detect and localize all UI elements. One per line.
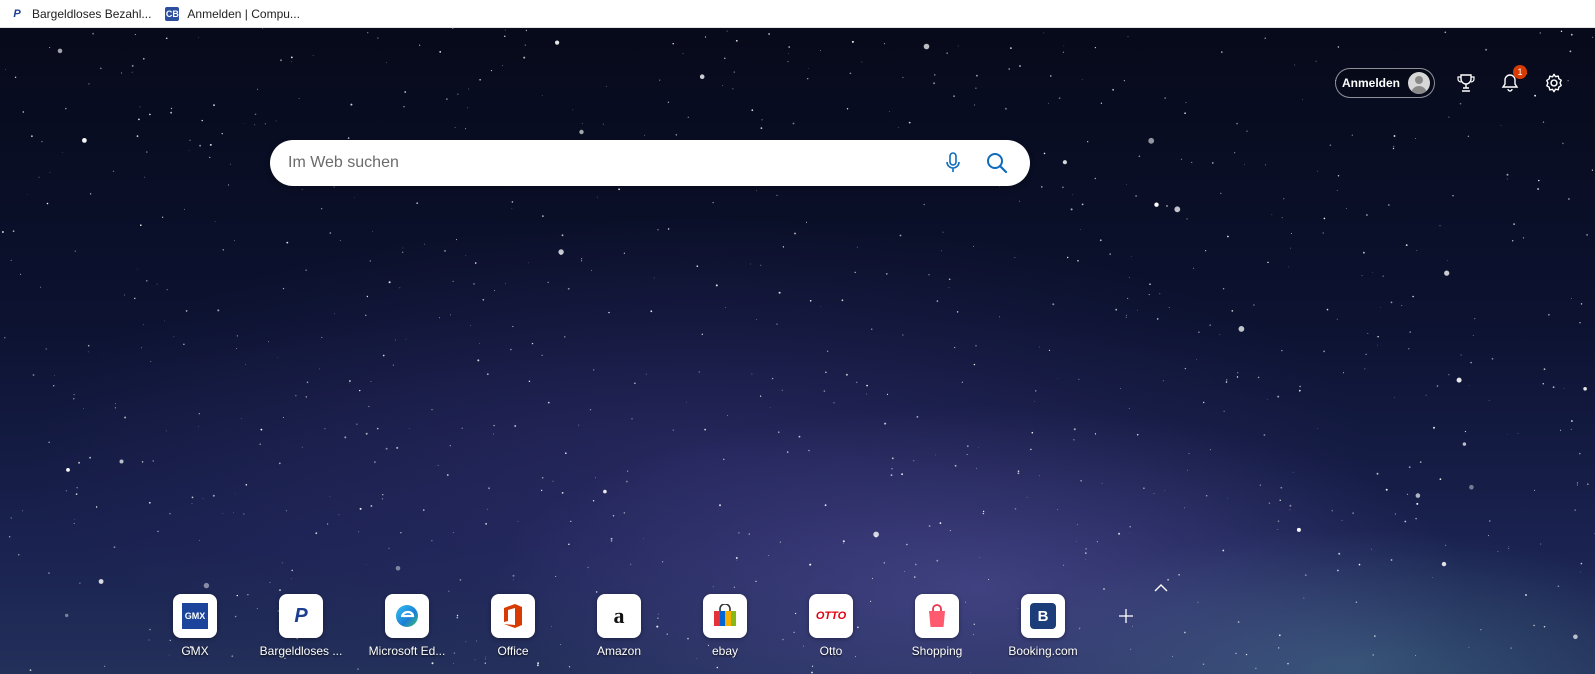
voice-search-button[interactable] <box>936 146 970 180</box>
quicklink-paypal[interactable]: P Bargeldloses ... <box>248 594 354 658</box>
signin-label: Anmelden <box>1341 76 1400 90</box>
ebay-logo <box>703 594 747 638</box>
favorite-label: Bargeldloses Bezahl... <box>32 6 152 21</box>
office-icon <box>504 604 522 628</box>
search-input[interactable] <box>286 153 926 173</box>
quick-links: GMX GMX P Bargeldloses ... Microsoft Ed.… <box>142 594 1148 658</box>
starfield <box>2 28 1595 674</box>
rewards-trophy-icon <box>1457 74 1475 92</box>
quicklink-booking[interactable]: B Booking.com <box>990 594 1096 658</box>
quicklink-label: Shopping <box>911 644 963 658</box>
quicklink-office[interactable]: Office <box>460 594 566 658</box>
office-logo <box>491 594 535 638</box>
otto-logo-text: OTTO <box>815 610 847 622</box>
quicklink-label: GMX <box>181 644 209 658</box>
quicklink-microsoft-edge[interactable]: Microsoft Ed... <box>354 594 460 658</box>
favorite-computerbild[interactable]: CB Anmelden | Compu... <box>165 6 300 21</box>
cb-icon: CB <box>165 6 180 21</box>
avatar <box>1408 72 1430 94</box>
signin-button[interactable]: Anmelden <box>1334 68 1435 98</box>
search-submit-button[interactable] <box>980 146 1014 180</box>
paypal-logo-text: P <box>294 604 308 627</box>
booking-logo: B <box>1021 594 1065 638</box>
search-icon <box>987 153 1008 174</box>
quicklink-gmx[interactable]: GMX GMX <box>142 594 248 658</box>
quicklink-amazon[interactable]: a Amazon <box>566 594 672 658</box>
add-quicklink-button[interactable] <box>1104 594 1148 638</box>
microphone-icon <box>946 152 960 172</box>
background-image <box>0 28 1595 674</box>
shopping-bag-icon <box>929 604 945 627</box>
quicklink-otto[interactable]: OTTO Otto <box>778 594 884 658</box>
search-box <box>270 140 1030 186</box>
amazon-logo: a <box>597 594 641 638</box>
favorite-label: Anmelden | Compu... <box>187 6 300 21</box>
quicklink-label: Booking.com <box>1008 644 1078 658</box>
settings-button[interactable] <box>1541 70 1567 96</box>
quicklink-label: ebay <box>711 644 739 658</box>
plus-icon <box>1119 609 1133 623</box>
gear-icon <box>1546 73 1562 93</box>
booking-logo-text: B <box>1030 603 1056 629</box>
edge-icon <box>396 605 418 627</box>
top-right-toolbar: Anmelden 1 <box>1334 65 1567 98</box>
edge-logo <box>385 594 429 638</box>
paypal-icon: P <box>13 7 21 20</box>
gmx-logo-text: GMX <box>182 603 208 629</box>
paypal-logo: P <box>279 594 323 638</box>
quicklink-label: Office <box>497 644 529 658</box>
favorites-bar: P Bargeldloses Bezahl... CB Anmelden | C… <box>0 0 1595 28</box>
chevron-up-icon <box>1154 583 1168 591</box>
otto-logo: OTTO <box>809 594 853 638</box>
notification-badge: 1 <box>1513 65 1527 79</box>
favorite-paypal[interactable]: P Bargeldloses Bezahl... <box>10 7 151 21</box>
amazon-logo-text: a <box>613 603 625 628</box>
quicklink-label: Microsoft Ed... <box>368 644 446 658</box>
rewards-button[interactable] <box>1453 70 1479 96</box>
ebay-bag-icon <box>714 604 736 626</box>
quicklink-label: Amazon <box>596 644 642 658</box>
quicklink-shopping[interactable]: Shopping <box>884 594 990 658</box>
shopping-bag-logo <box>915 594 959 638</box>
quicklink-ebay[interactable]: ebay <box>672 594 778 658</box>
quicklink-label: Bargeldloses ... <box>259 644 343 658</box>
collapse-quicklinks-button[interactable] <box>1152 580 1170 594</box>
notifications-button[interactable]: 1 <box>1497 65 1527 96</box>
gmx-logo: GMX <box>173 594 217 638</box>
quicklink-label: Otto <box>819 644 843 658</box>
